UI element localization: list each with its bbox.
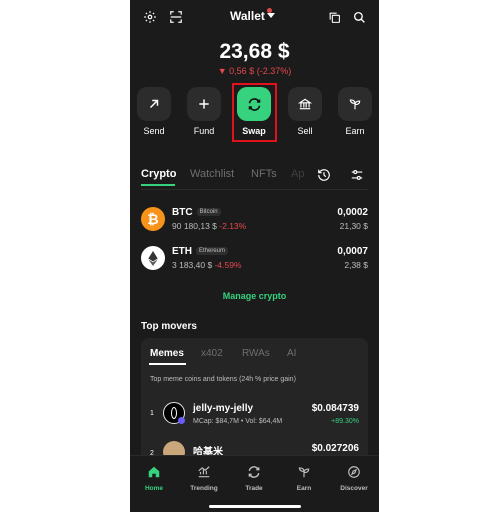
asset-symbol-text: ETH [172,246,192,257]
nav-discover-label: Discover [340,485,368,492]
plus-icon [199,99,209,109]
asset-value: 21,30 $ [339,221,368,231]
fund-button[interactable]: Fund [187,87,221,136]
history-icon[interactable] [316,167,332,183]
nav-trade[interactable]: Trade [234,464,274,492]
tab-active-underline [141,184,175,186]
fund-circle [187,87,221,121]
bank-icon [298,98,312,110]
filter-sliders-icon[interactable] [349,167,365,183]
notification-dot [267,8,272,13]
earn-label: Earn [345,126,365,136]
caret-down-icon [266,13,275,18]
ethereum-logo-icon [141,246,165,270]
sell-label: Sell [297,126,313,136]
search-icon[interactable] [351,9,367,25]
balance-amount: 23,68 $ [219,40,290,63]
trade-swap-icon [248,466,260,478]
tab-rwas[interactable]: RWAs [242,348,270,359]
nav-home[interactable]: Home [134,464,174,492]
mover-price: $0.027206 [311,443,359,454]
top-movers-description: Top meme coins and tokens (24h % price g… [150,376,296,383]
tabs-divider [141,189,368,190]
compass-icon [348,466,360,478]
tab-crypto[interactable]: Crypto [141,168,176,180]
sprout-icon [349,99,361,110]
asset-price-line: 3 183,40 $ -4.59% [172,260,242,270]
asset-amount: 0,0007 [337,246,368,257]
bottom-navigation: Home Trending Trade Earn Discover [130,455,379,512]
nav-earn-label: Earn [296,485,312,492]
chain-badge-icon [178,417,185,424]
asset-price: 3 183,40 $ [172,260,213,270]
mover-change: +89.30% [331,418,359,425]
asset-change: -4.59% [214,260,242,270]
home-indicator [209,505,301,508]
asset-symbol: ETH Ethereum [172,246,229,257]
sell-circle [288,87,322,121]
asset-name-tag: Bitcoin [196,208,221,217]
trending-chart-icon [198,466,210,478]
tab-x402[interactable]: x402 [201,348,223,359]
mover-rank: 1 [150,410,154,417]
sell-button[interactable]: Sell [288,87,322,136]
mover-meta: MCap: $84,7M • Vol: $64,4M [193,418,283,425]
earn-circle [338,87,372,121]
settings-gear-icon[interactable] [142,9,158,25]
swap-highlight-frame [232,83,277,142]
asset-price-line: 90 180,13 $ -2.13% [172,221,246,231]
asset-symbol-text: BTC [172,207,193,218]
nav-trending-label: Trending [190,485,218,492]
earn-sprout-icon [298,467,310,478]
tab-memes[interactable]: Memes [150,348,184,359]
copy-icon[interactable] [326,9,342,25]
send-circle [137,87,171,121]
mover-price: $0.084739 [311,403,359,414]
balance-change: ▼ 0,56 $ (-2.37%) [217,66,292,76]
asset-value: 2,38 $ [344,260,368,270]
asset-name-tag: Ethereum [196,247,229,256]
send-label: Send [143,126,165,136]
asset-change: -2.13% [219,221,247,231]
fund-label: Fund [193,126,215,136]
memes-tab-underline [149,363,186,365]
asset-amount: 0,0002 [337,207,368,218]
bitcoin-logo-icon: ₿ [141,207,165,231]
tab-apps-partial[interactable]: Ap [291,168,304,180]
nav-discover[interactable]: Discover [334,464,374,492]
wallet-title: Wallet [230,9,265,23]
tab-nfts[interactable]: NFTs [251,168,277,180]
nav-earn[interactable]: Earn [284,464,324,492]
home-icon [148,466,160,478]
top-movers-title: Top movers [141,321,197,332]
nav-trade-label: Trade [245,485,263,492]
tab-watchlist[interactable]: Watchlist [190,168,234,180]
nav-home-label: Home [144,485,164,492]
earn-button[interactable]: Earn [338,87,372,136]
nav-trending[interactable]: Trending [184,464,224,492]
send-button[interactable]: Send [137,87,171,136]
arrow-up-right-icon [149,99,159,109]
scan-icon[interactable] [168,9,184,25]
wallet-screen: Wallet 23,68 $ ▼ 0,56 $ (-2.37%) Send Fu… [130,0,379,512]
mover-name: jelly-my-jelly [193,403,254,414]
asset-price: 90 180,13 $ [172,221,217,231]
asset-symbol: BTC Bitcoin [172,207,221,218]
tab-ai[interactable]: AI [287,348,296,359]
manage-crypto-link[interactable]: Manage crypto [130,291,379,301]
